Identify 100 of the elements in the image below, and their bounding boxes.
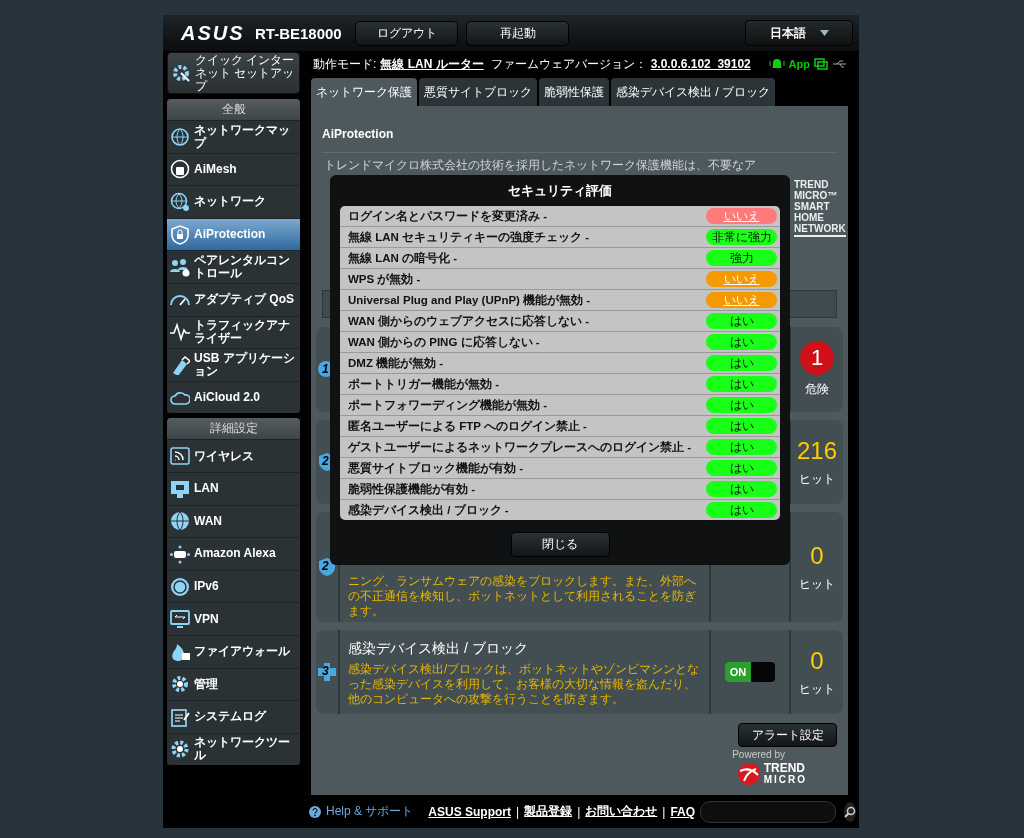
help-icon[interactable]	[309, 805, 321, 818]
tab[interactable]: 脆弱性保護	[539, 78, 609, 106]
status-badge: はい	[706, 439, 777, 455]
sidebar-item[interactable]: AiCloud 2.0	[167, 380, 300, 414]
puzzle-icon	[317, 662, 337, 682]
check-label: 無線 LAN セキュリティキーの強度チェック -	[348, 229, 591, 245]
menu-section-header: 全般	[167, 99, 300, 120]
wifi-icon	[170, 446, 190, 467]
check-label: 無線 LAN の暗号化 -	[348, 250, 459, 266]
feature-description: ニング、ランサムウェアの感染をブロックします。また、外部への不正通信を検知し、ボットネットとして利用されることを防ぎます。	[348, 574, 697, 619]
dialog-title: セキュリティ評価	[508, 181, 612, 200]
tab[interactable]: 感染デバイス検出 / ブロック	[611, 78, 775, 106]
quick-setup-button[interactable]: クイック インターネット セットアップ	[167, 52, 300, 94]
globe-icon	[170, 192, 190, 212]
powered-by-text: Powered by	[732, 749, 785, 760]
separator-text: |	[577, 804, 581, 819]
separator-text: |	[662, 804, 666, 819]
bell-icon[interactable]	[768, 58, 785, 70]
page-title: AiProtection	[322, 106, 837, 153]
document-icon	[170, 706, 190, 727]
hit-count: 0	[810, 541, 824, 570]
menu-section-header: 詳細設定	[167, 418, 300, 440]
separator-text: |	[516, 804, 520, 819]
pulse-icon	[170, 322, 190, 343]
step-number: 2	[322, 560, 329, 573]
footer-link[interactable]: 製品登録	[524, 803, 573, 820]
mode-link[interactable]: 無線 LAN ルーター	[380, 55, 484, 73]
step-number: 3	[322, 665, 329, 678]
hit-count: 0	[810, 646, 824, 675]
check-label: WAN 側からのウェブアクセスに応答しない -	[348, 313, 591, 329]
mode-label: 動作モード:	[313, 55, 377, 73]
firmware-link[interactable]: 3.0.0.6.102_39102	[650, 57, 751, 71]
status-badge: はい	[706, 397, 777, 413]
model-name: RT-BE18000	[255, 24, 343, 42]
count-label: ヒット	[799, 470, 835, 488]
tab[interactable]: ネットワーク保護	[311, 78, 417, 106]
status-badge: 非常に強力	[706, 229, 777, 245]
check-label: 悪質サイトブロック機能が有効 -	[348, 460, 525, 476]
language-dropdown[interactable]: 日本語	[745, 20, 853, 46]
usb-stick-icon	[170, 354, 190, 375]
close-button[interactable]: 閉じる	[510, 532, 610, 557]
gear-icon	[170, 739, 190, 760]
people-icon	[170, 257, 190, 278]
check-label: ゲストユーザーによるネットワークプレースへのログイン禁止 -	[348, 439, 693, 455]
count-label: 危険	[805, 381, 829, 398]
monitor-icon[interactable]	[814, 58, 828, 70]
monitor-icon	[170, 609, 190, 630]
monitor-icon	[170, 478, 190, 499]
search-button[interactable]	[844, 801, 857, 822]
status-badge: はい	[706, 502, 777, 518]
shield-lock-icon	[170, 224, 190, 245]
ball-logo-icon	[736, 762, 761, 786]
footer-link[interactable]: ASUS Support	[428, 804, 512, 819]
logo-text: ASUS	[181, 21, 245, 45]
status-badge: はい	[706, 355, 777, 371]
firmware-label: ファームウェアバージョン：	[490, 55, 647, 73]
search-icon	[844, 805, 857, 818]
help-link[interactable]: Help & サポート	[326, 803, 414, 820]
footer-link[interactable]: FAQ	[670, 804, 696, 819]
count-label: ヒット	[799, 680, 835, 698]
footer-link[interactable]: お問い合わせ	[585, 803, 658, 820]
check-label: ログイン名とパスワードを変更済み -	[348, 208, 549, 224]
check-label: ポートフォワーディング機能が無効 -	[348, 397, 549, 413]
app-link[interactable]: App	[788, 58, 810, 70]
check-label: Universal Plug and Play (UPnP) 機能が無効 -	[348, 292, 592, 308]
check-label: DMZ 機能が無効 -	[348, 355, 445, 371]
gear-icon	[171, 63, 191, 83]
intro-text: トレンドマイクロ株式会社の技術を採用したネットワーク保護機能は、不要なア	[324, 157, 756, 174]
check-label: 脆弱性保護機能が有効 -	[348, 481, 477, 497]
globe-icon	[170, 126, 190, 147]
status-badge: はい	[706, 460, 777, 476]
globe-icon	[170, 511, 190, 532]
tab[interactable]: 悪質サイトブロック	[419, 78, 537, 106]
step-number: 1	[322, 362, 329, 376]
check-label: WPS が無効 -	[348, 271, 422, 287]
risk-count: 1	[800, 341, 834, 375]
status-badge: はい	[706, 481, 777, 497]
sidebar-item[interactable]: ネットワークツール	[167, 732, 300, 766]
status-badge: はい	[706, 313, 777, 329]
sidebar-item[interactable]: AiProtection	[167, 217, 300, 251]
status-badge: はい	[706, 376, 777, 392]
status-badge: 強力	[706, 250, 777, 266]
header-button[interactable]: ログアウト	[355, 20, 458, 46]
feature-title: 感染デバイス検出 / ブロック	[348, 640, 529, 658]
check-label: ポートトリガー機能が無効 -	[348, 376, 501, 392]
gear-icon	[170, 674, 190, 695]
feature-description: 感染デバイス検出/ブロックは、ボットネットやゾンビマシンとなった感染デバイスを利用して、お客様の大切な情報を盗んだり、他のコンピュータへの攻撃を行うことを防ぎます。	[348, 662, 701, 707]
check-label: 匿名ユーザーによる FTP へのログイン禁止 -	[348, 418, 588, 434]
trend-micro-logo: TREND MICRO™ SMART HOME NETWORK	[794, 179, 846, 237]
header-button[interactable]: 再起動	[466, 20, 569, 46]
caret-icon	[819, 30, 829, 36]
count-label: ヒット	[799, 575, 835, 593]
status-badge: はい	[706, 334, 777, 350]
hit-count: 216	[796, 436, 837, 465]
alert-settings-button[interactable]: アラート設定	[738, 723, 837, 747]
check-label: WAN 側からの PING に応答しない -	[348, 334, 541, 350]
check-label: 感染デバイス検出 / ブロック -	[348, 502, 510, 518]
usb-icon[interactable]	[832, 59, 848, 69]
status-badge: はい	[706, 418, 777, 434]
search-field[interactable]	[700, 800, 837, 823]
